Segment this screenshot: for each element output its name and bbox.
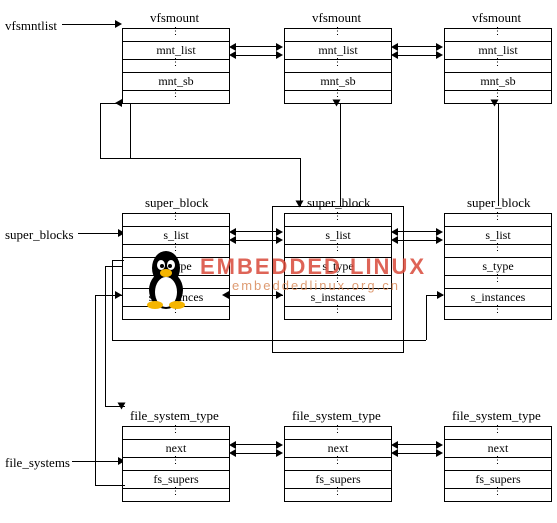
s-list-field: s_list bbox=[445, 227, 551, 245]
file-systems-label: file_systems bbox=[5, 455, 70, 471]
super-block-title: super_block bbox=[467, 195, 531, 211]
line bbox=[78, 233, 120, 234]
ellipsis: ⋮ bbox=[285, 307, 391, 319]
arrow-icon bbox=[437, 291, 444, 299]
arrow-icon bbox=[115, 20, 122, 28]
vfsmount-title: vfsmount bbox=[150, 10, 199, 26]
super-block-struct: ⋮ s_list ⋮ s_type ⋮ s_instances ⋮ bbox=[444, 213, 552, 320]
line bbox=[130, 103, 131, 158]
bidir-arrow bbox=[391, 44, 443, 58]
mnt-sb-field: mnt_sb bbox=[445, 73, 551, 91]
mnt-sb-field: mnt_sb bbox=[285, 73, 391, 91]
line bbox=[300, 158, 301, 206]
mnt-list-field: mnt_list bbox=[285, 42, 391, 60]
ellipsis: ⋮ bbox=[445, 458, 551, 471]
arrow-icon bbox=[115, 291, 122, 299]
ellipsis: ⋮ bbox=[445, 427, 551, 440]
ellipsis: ⋮ bbox=[123, 29, 229, 42]
vfsmount-struct: ⋮ mnt_list ⋮ mnt_sb ⋮ bbox=[444, 28, 552, 104]
fst-title: file_system_type bbox=[130, 408, 219, 424]
bidir-arrow bbox=[391, 229, 443, 243]
bidir-arrow bbox=[229, 44, 283, 58]
next-field: next bbox=[285, 440, 391, 458]
ellipsis: ⋮ bbox=[445, 245, 551, 258]
ellipsis: ⋮ bbox=[285, 29, 391, 42]
line bbox=[105, 266, 106, 406]
fst-title: file_system_type bbox=[452, 408, 541, 424]
mnt-list-field: mnt_list bbox=[445, 42, 551, 60]
bidir-arrow bbox=[391, 442, 443, 456]
next-field: next bbox=[445, 440, 551, 458]
line bbox=[130, 103, 131, 104]
next-field: next bbox=[123, 440, 229, 458]
fst-struct: ⋮ next ⋮ fs_supers ⋮ bbox=[284, 426, 392, 502]
line bbox=[95, 485, 125, 486]
ellipsis: ⋮ bbox=[123, 427, 229, 440]
line bbox=[426, 295, 427, 340]
tux-penguin-icon bbox=[138, 245, 194, 311]
s-instances-field: s_instances bbox=[445, 289, 551, 307]
ellipsis: ⋮ bbox=[445, 214, 551, 227]
vfsmntlist-label: vfsmntlist bbox=[5, 18, 57, 34]
fst-title: file_system_type bbox=[292, 408, 381, 424]
fs-supers-field: fs_supers bbox=[285, 471, 391, 489]
ellipsis: ⋮ bbox=[123, 458, 229, 471]
fst-struct: ⋮ next ⋮ fs_supers ⋮ bbox=[122, 426, 230, 502]
arrow-icon bbox=[222, 291, 229, 299]
ellipsis: ⋮ bbox=[285, 458, 391, 471]
s-list-field: s_list bbox=[123, 227, 229, 245]
super-blocks-label: super_blocks bbox=[5, 227, 74, 243]
line bbox=[340, 103, 341, 206]
bidir-arrow bbox=[229, 229, 283, 243]
vfsmount-struct: ⋮ mnt_list ⋮ mnt_sb ⋮ bbox=[122, 28, 230, 104]
line bbox=[100, 103, 101, 158]
fs-supers-field: fs_supers bbox=[445, 471, 551, 489]
s-list-field: s_list bbox=[285, 227, 391, 245]
bidir-arrow bbox=[229, 442, 283, 456]
line bbox=[95, 295, 96, 485]
ellipsis: ⋮ bbox=[285, 60, 391, 73]
ellipsis: ⋮ bbox=[285, 214, 391, 227]
arrow-icon bbox=[296, 201, 304, 208]
mnt-sb-field: mnt_sb bbox=[123, 73, 229, 91]
super-block-title: super_block bbox=[307, 195, 371, 211]
ellipsis: ⋮ bbox=[445, 307, 551, 319]
ellipsis: ⋮ bbox=[445, 489, 551, 501]
vfsmount-title: vfsmount bbox=[472, 10, 521, 26]
arrow-icon bbox=[118, 403, 126, 410]
fst-struct: ⋮ next ⋮ fs_supers ⋮ bbox=[444, 426, 552, 502]
ellipsis: ⋮ bbox=[123, 60, 229, 73]
line bbox=[498, 103, 499, 206]
line bbox=[229, 295, 283, 296]
ellipsis: ⋮ bbox=[123, 91, 229, 103]
ellipsis: ⋮ bbox=[285, 489, 391, 501]
vfsmount-title: vfsmount bbox=[312, 10, 361, 26]
fs-supers-field: fs_supers bbox=[123, 471, 229, 489]
line bbox=[112, 260, 124, 261]
ellipsis: ⋮ bbox=[123, 214, 229, 227]
ellipsis: ⋮ bbox=[445, 29, 551, 42]
ellipsis: ⋮ bbox=[445, 276, 551, 289]
line bbox=[72, 461, 120, 462]
line bbox=[62, 24, 117, 25]
mnt-list-field: mnt_list bbox=[123, 42, 229, 60]
s-type-field: s_type bbox=[445, 258, 551, 276]
vfsmount-struct: ⋮ mnt_list ⋮ mnt_sb ⋮ bbox=[284, 28, 392, 104]
ellipsis: ⋮ bbox=[285, 427, 391, 440]
line bbox=[100, 158, 300, 159]
arrow-icon bbox=[115, 99, 122, 107]
watermark-main: EMBEDDED LINUX bbox=[200, 254, 426, 280]
ellipsis: ⋮ bbox=[123, 489, 229, 501]
line bbox=[112, 260, 113, 340]
super-block-title: super_block bbox=[145, 195, 209, 211]
line bbox=[105, 266, 122, 267]
watermark-sub: embeddedlinux.org.cn bbox=[232, 278, 400, 293]
line bbox=[112, 340, 426, 341]
arrow-icon bbox=[491, 100, 499, 107]
ellipsis: ⋮ bbox=[445, 60, 551, 73]
arrow-icon bbox=[333, 100, 341, 107]
